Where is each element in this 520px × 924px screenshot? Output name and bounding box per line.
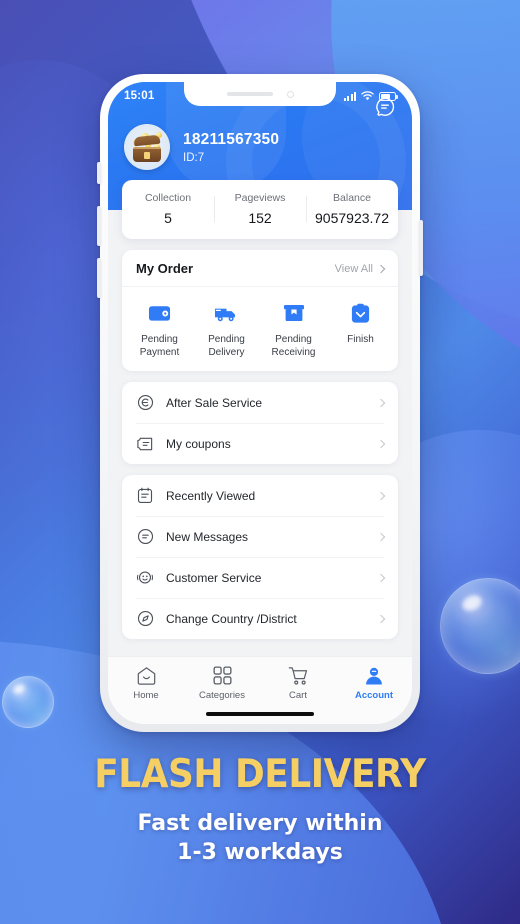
my-order-title: My Order [136, 261, 194, 276]
menu-item-label: New Messages [166, 529, 249, 544]
message-circle-icon [136, 528, 154, 546]
earpiece-speaker [226, 92, 273, 96]
home-icon [108, 665, 184, 686]
decorative-bubble-large [440, 578, 520, 674]
user-name: 18211567350 [183, 130, 280, 148]
avatar-chest-body [133, 147, 161, 162]
message-bubble-icon[interactable] [374, 96, 396, 118]
stats-card: Collection 5 Pageviews 152 Balance 90579… [122, 180, 398, 239]
view-all-label: View All [334, 262, 373, 275]
promo-subtitle-line-1: Fast delivery within [137, 811, 383, 836]
user-id: ID:7 [183, 151, 205, 164]
clipboard-check-icon [327, 301, 394, 325]
menu-item-new-messages[interactable]: New Messages [122, 516, 398, 557]
decorative-bubble-small [2, 676, 54, 728]
order-status-pending-receiving[interactable]: Pending Receiving [260, 301, 327, 359]
home-indicator[interactable] [206, 712, 314, 716]
order-status-finish[interactable]: Finish [327, 301, 394, 359]
menu-item-change-country[interactable]: Change Country /District [122, 598, 398, 639]
status-bar-time: 15:01 [124, 90, 155, 102]
stat-label: Balance [333, 192, 371, 204]
phone-power-button [419, 220, 423, 276]
tab-cart[interactable]: Cart [260, 665, 336, 701]
menu-item-recently-viewed[interactable]: Recently Viewed [122, 475, 398, 516]
stat-value: 9057923.72 [315, 210, 389, 226]
view-all-orders-button[interactable]: View All [334, 262, 386, 275]
stat-balance[interactable]: Balance 9057923.72 [306, 192, 398, 226]
chevron-right-icon [376, 491, 386, 500]
tab-categories[interactable]: Categories [184, 665, 260, 701]
calendar-list-icon [136, 487, 154, 505]
menu-item-label: Customer Service [166, 570, 262, 585]
my-order-card: My Order View All Pending Payment Pendin… [122, 250, 398, 371]
order-status-label: Finish [347, 334, 374, 345]
promo-title: FLASH DELIVERY [94, 752, 426, 797]
shopping-cart-icon [260, 665, 336, 686]
order-status-list: Pending Payment Pending Delivery Pending… [122, 287, 398, 371]
tab-label: Cart [289, 690, 307, 701]
stat-collection[interactable]: Collection 5 [122, 192, 214, 226]
promo-text-block: FLASH DELIVERY Fast delivery within 1-3 … [0, 752, 520, 867]
chevron-right-icon [376, 573, 386, 582]
truck-icon [193, 301, 260, 325]
tab-label: Home [133, 690, 159, 701]
signal-bars-icon [343, 91, 356, 101]
stat-label: Collection [144, 192, 192, 204]
phone-notch [184, 82, 336, 106]
chevron-right-icon [376, 264, 386, 273]
stat-pageviews[interactable]: Pageviews 152 [214, 192, 306, 226]
general-menu-card: Recently Viewed New Messages Customer Se… [122, 475, 398, 639]
box-icon [260, 301, 327, 325]
user-info: 18211567350 ID:7 [183, 131, 279, 164]
menu-item-after-sale-service[interactable]: After Sale Service [122, 382, 398, 423]
chevron-right-icon [376, 439, 386, 448]
phone-silent-switch [97, 162, 101, 184]
compass-icon [136, 610, 154, 628]
menu-item-label: Recently Viewed [166, 488, 256, 503]
promo-subtitle: Fast delivery within 1-3 workdays [0, 809, 520, 867]
order-status-pending-delivery[interactable]: Pending Delivery [193, 301, 260, 359]
bottom-tab-bar: Home Categories Cart Account [108, 656, 412, 724]
menu-item-my-coupons[interactable]: My coupons [122, 423, 398, 464]
order-status-label: Pending Receiving [271, 334, 316, 358]
phone-volume-up-button [97, 206, 101, 246]
order-status-pending-payment[interactable]: Pending Payment [126, 301, 193, 359]
smiley-face-icon [136, 569, 154, 587]
phone-mockup: 15:01 18211567350 ID:7 Collection 5 Page… [97, 74, 423, 732]
tab-home[interactable]: Home [108, 665, 184, 701]
stat-value: 152 [248, 210, 272, 226]
tab-account[interactable]: Account [336, 665, 412, 701]
tab-label: Account [355, 690, 393, 701]
grid-squares-icon [184, 665, 260, 686]
menu-item-label: My coupons [166, 436, 231, 451]
menu-item-label: After Sale Service [166, 395, 263, 410]
menu-item-customer-service[interactable]: Customer Service [122, 557, 398, 598]
front-camera [286, 90, 294, 98]
chevron-right-icon [376, 614, 386, 623]
promo-subtitle-line-2: 1-3 workdays [177, 840, 343, 866]
wallet-icon [126, 301, 193, 325]
phone-volume-down-button [97, 258, 101, 298]
stat-value: 5 [164, 210, 172, 226]
tab-label: Categories [199, 690, 245, 701]
chevron-right-icon [376, 398, 386, 407]
chevron-right-icon [376, 532, 386, 541]
person-icon [336, 665, 412, 686]
treasure-chest-avatar[interactable] [124, 124, 170, 170]
phone-screen: 15:01 18211567350 ID:7 Collection 5 Page… [108, 82, 412, 724]
order-status-label: Pending Payment [139, 334, 180, 358]
my-order-header: My Order View All [122, 250, 398, 287]
wifi-icon [361, 91, 374, 101]
menu-item-label: Change Country /District [166, 611, 297, 626]
coupon-ticket-icon [136, 435, 154, 453]
profile-summary: 18211567350 ID:7 [108, 108, 412, 170]
service-menu-card: After Sale Service My coupons [122, 382, 398, 464]
order-status-label: Pending Delivery [208, 334, 245, 358]
refund-circle-icon [136, 394, 154, 412]
promo-poster: 15:01 18211567350 ID:7 Collection 5 Page… [0, 0, 520, 924]
stat-label: Pageviews [234, 192, 286, 204]
